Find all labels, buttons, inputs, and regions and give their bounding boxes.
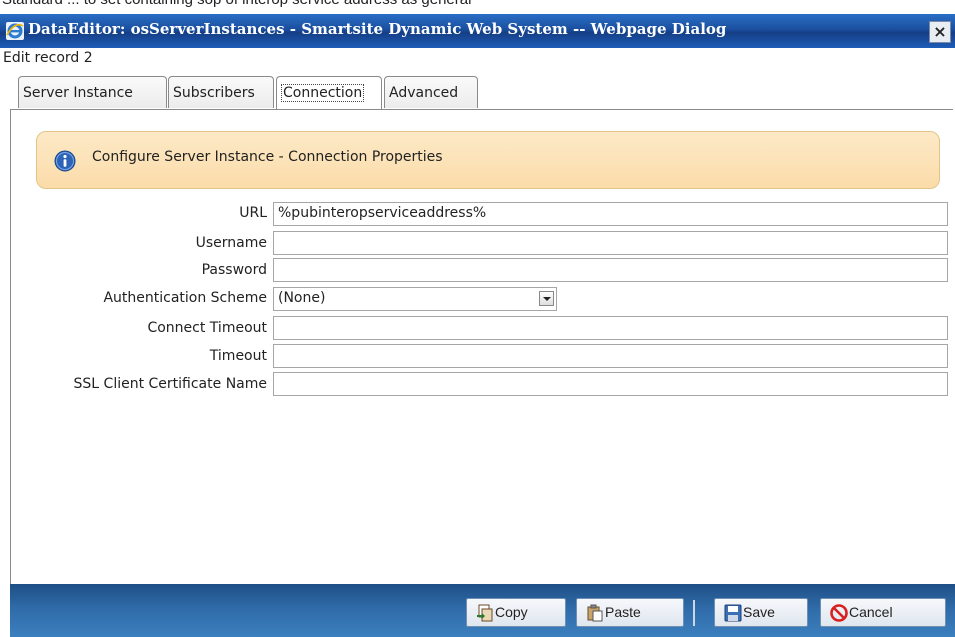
info-box: Configure Server Instance - Connection P… [36,131,940,189]
info-icon [54,150,76,172]
ssl-cert-label: SSL Client Certificate Name [73,376,267,392]
tab-server-instance[interactable]: Server Instance [18,76,167,108]
cancel-icon [830,604,848,622]
tab-label: Connection [281,84,365,102]
auth-scheme-value: (None) [278,290,326,306]
timeout-input[interactable] [273,344,948,368]
info-message: Configure Server Instance - Connection P… [92,149,443,165]
chevron-down-icon[interactable] [539,291,554,306]
floppy-disk-icon [724,604,742,622]
connect-timeout-label: Connect Timeout [147,320,267,336]
save-label: Save [743,604,775,620]
save-button[interactable]: Save [714,598,808,627]
url-label: URL [239,205,267,221]
timeout-label: Timeout [209,348,267,364]
username-input[interactable] [273,231,948,255]
copy-label: Copy [495,604,528,620]
tab-label: Server Instance [23,85,133,101]
tab-label: Subscribers [173,85,255,101]
ssl-cert-input[interactable] [273,372,948,396]
paste-label: Paste [605,604,641,620]
password-label: Password [201,262,267,278]
username-label: Username [195,235,267,251]
paste-button[interactable]: Paste [576,598,684,627]
paste-icon [587,604,603,622]
copy-button[interactable]: Copy [466,598,566,627]
record-label: Edit record 2 [3,50,93,66]
background-caption: Standard ... to set containing sop of in… [2,0,471,8]
auth-scheme-label: Authentication Scheme [103,290,267,306]
toolbar-separator [693,600,695,626]
cancel-label: Cancel [849,604,893,620]
password-input[interactable] [273,258,948,282]
auth-scheme-select[interactable]: (None) [273,287,557,311]
close-button[interactable]: × [929,21,951,43]
background-caption-strip: Standard ... to set containing sop of in… [0,0,955,14]
url-input[interactable]: %pubinteropserviceaddress% [273,202,948,226]
copy-icon [477,604,493,622]
tab-subscribers[interactable]: Subscribers [168,76,274,108]
ie-icon [6,22,24,40]
tab-advanced[interactable]: Advanced [384,76,478,108]
tab-label: Advanced [389,85,459,101]
dialog-titlebar: DataEditor: osServerInstances - Smartsit… [0,14,955,48]
connect-timeout-input[interactable] [273,316,948,340]
tab-connection[interactable]: Connection [276,76,382,110]
dialog-title: DataEditor: osServerInstances - Smartsit… [28,20,727,38]
cancel-button[interactable]: Cancel [820,598,946,627]
